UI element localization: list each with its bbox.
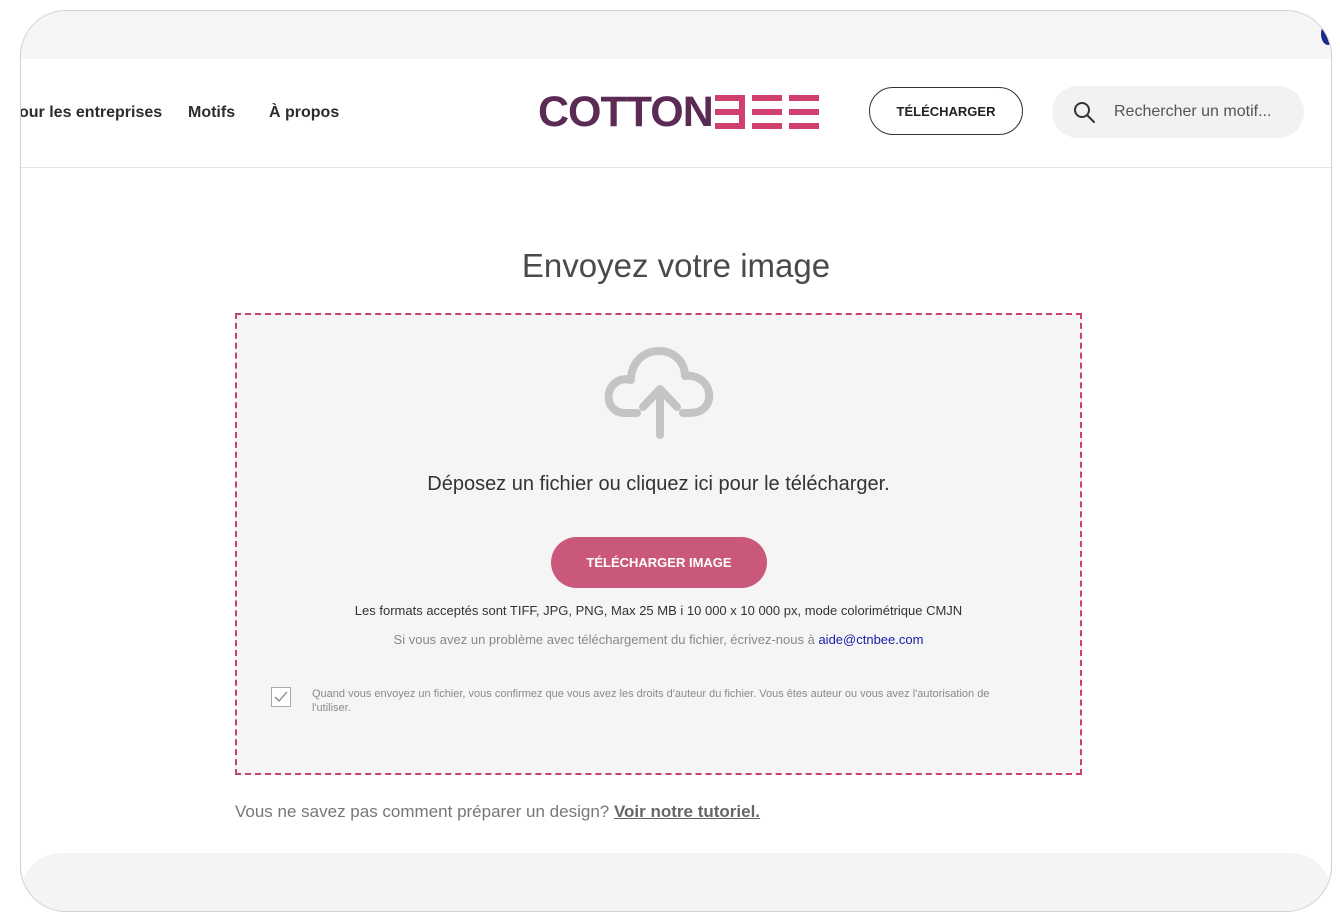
cloud-upload-icon <box>604 347 714 439</box>
consent-checkbox[interactable] <box>271 687 291 707</box>
page-title: Envoyez votre image <box>521 247 831 284</box>
logo-bee-mark <box>714 95 819 129</box>
tutorial-prompt-text: Vous ne savez pas comment préparer un de… <box>235 802 614 821</box>
tutorial-prompt: Vous ne savez pas comment préparer un de… <box>235 802 760 822</box>
browser-frame: our les entreprises Motifs À propos COTT… <box>20 10 1332 912</box>
footer-bar <box>21 853 1331 911</box>
problem-note-text: Si vous avez un problème avec télécharge… <box>393 632 819 647</box>
cottonbee-logo[interactable]: COTTON <box>538 87 821 137</box>
consent-row: Quand vous envoyez un fichier, vous conf… <box>271 687 1011 715</box>
logo-text-cotton: COTTON <box>538 87 714 136</box>
upload-image-button[interactable]: TÉLÉCHARGER IMAGE <box>551 537 767 588</box>
corner-indicator <box>1321 23 1331 45</box>
checkmark-icon <box>274 691 288 703</box>
consent-text: Quand vous envoyez un fichier, vous conf… <box>312 688 990 714</box>
download-button[interactable]: TÉLÉCHARGER <box>869 87 1023 135</box>
drop-instruction: Déposez un fichier ou cliquez ici pour l… <box>427 473 890 495</box>
site-header: our les entreprises Motifs À propos COTT… <box>21 59 1331 168</box>
support-email-link[interactable]: aide@ctnbee.com <box>818 632 923 647</box>
search-icon <box>1074 102 1095 123</box>
nav-link-entreprises[interactable]: our les entreprises <box>21 104 162 122</box>
accepted-formats-note: Les formats acceptés sont TIFF, JPG, PNG… <box>354 603 963 618</box>
problem-note: Si vous avez un problème avec télécharge… <box>237 632 1080 647</box>
nav-link-motifs[interactable]: Motifs <box>188 104 235 122</box>
top-strip <box>21 11 1331 59</box>
search-input[interactable] <box>1112 102 1286 122</box>
nav-link-a-propos[interactable]: À propos <box>269 104 339 122</box>
search-box[interactable] <box>1052 86 1304 138</box>
upload-dropzone[interactable]: Déposez un fichier ou cliquez ici pour l… <box>235 313 1082 775</box>
tutorial-link[interactable]: Voir notre tutoriel. <box>614 802 760 821</box>
